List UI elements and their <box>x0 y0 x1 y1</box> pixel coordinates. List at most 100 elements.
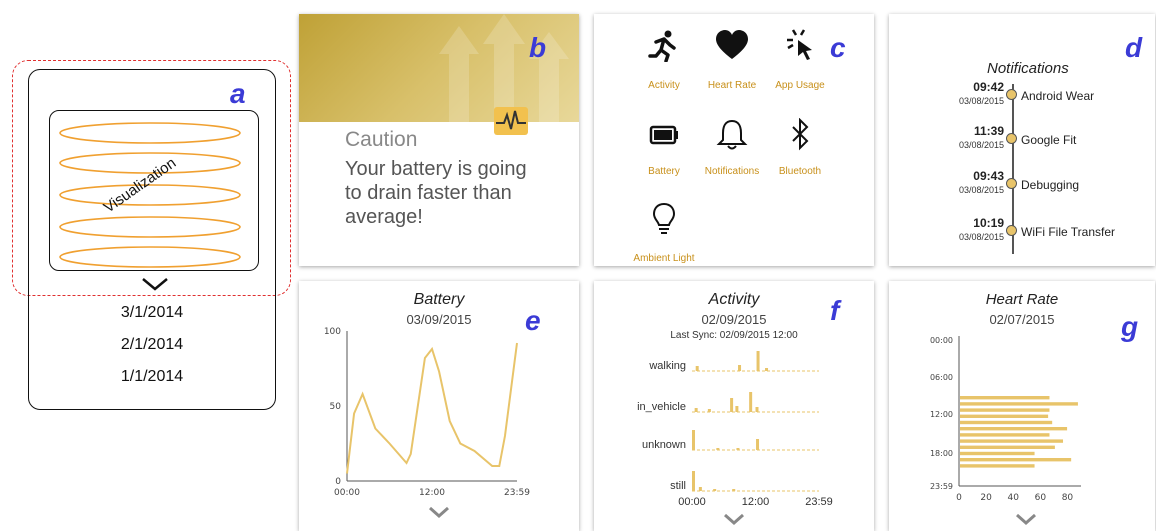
panel-d-letter: d <box>1125 32 1143 63</box>
x-tick-label: 60 <box>1035 493 1047 503</box>
chevron-down-icon[interactable] <box>723 513 745 527</box>
category-label: still <box>670 480 686 492</box>
notification-time: 10:19 <box>973 216 1004 230</box>
chevron-down-icon[interactable] <box>1015 513 1037 527</box>
heart-rate-bar <box>960 420 1053 425</box>
battery-series-line <box>346 342 518 474</box>
notification-item[interactable]: 10:19 03/08/2015 WiFi File Transfer <box>929 216 1149 256</box>
timeline-dot <box>1006 225 1017 236</box>
x-tick-label: 00:00 <box>678 496 706 506</box>
x-tick-label: 12:00 <box>419 488 445 498</box>
notification-item[interactable]: 09:42 03/08/2015 Android Wear <box>929 80 1149 120</box>
visualization-frame[interactable]: Visualization <box>49 110 259 271</box>
chevron-down-icon[interactable] <box>141 276 169 292</box>
activity-bar-chart: walking in_vehicleunknown still 00:00 12:00 2… <box>637 351 833 506</box>
panel-a-letter: a <box>230 78 246 109</box>
caution-title: Caution <box>345 128 418 151</box>
activity-bar <box>755 407 759 412</box>
activity-bar <box>735 406 739 412</box>
notification-label: Android Wear <box>1021 89 1095 103</box>
heart-rate-bar <box>960 433 1050 437</box>
activity-bar <box>707 409 711 412</box>
battery-icon[interactable] <box>644 118 684 152</box>
category-label: in_vehicle <box>637 401 686 413</box>
y-tick-label: 23:59 <box>930 482 953 491</box>
caution-header-image <box>299 14 579 122</box>
heart-rate-bar <box>960 451 1035 456</box>
x-tick-label: 23:59 <box>504 488 530 498</box>
activity-bar <box>692 471 695 491</box>
notification-time: 09:43 <box>973 169 1004 183</box>
notification-label: Google Fit <box>1021 133 1077 147</box>
heart-icon[interactable] <box>712 28 752 62</box>
activity-bar <box>716 448 720 450</box>
notification-date: 03/08/2015 <box>958 96 1004 106</box>
category-label: walking <box>648 360 686 372</box>
cursor-click-icon[interactable] <box>780 28 820 62</box>
notifications-title: Notifications <box>987 60 1069 77</box>
activity-bar <box>732 489 736 491</box>
chevron-down-icon[interactable] <box>428 506 450 520</box>
app-label-bluetooth[interactable]: Bluetooth <box>765 166 835 177</box>
heart-rate-bar-chart: 00:00 06:00 12:00 18:00 23:590 20 40 60 80 <box>930 336 1081 503</box>
heart-rate-bar <box>960 439 1064 443</box>
visualization-scribble <box>59 122 241 268</box>
bluetooth-icon[interactable] <box>780 117 820 152</box>
caution-message: Your battery is going to drain faster th… <box>345 158 527 228</box>
app-label-activity[interactable]: Activity <box>629 80 699 91</box>
activity-bar <box>692 430 695 450</box>
app-label-app-usage[interactable]: App Usage <box>765 80 835 91</box>
heartbeat-badge-icon <box>494 107 528 135</box>
timeline-dot <box>1006 133 1017 144</box>
timeline-dot <box>1006 89 1017 100</box>
x-tick-label: 20 <box>980 493 992 503</box>
app-label-ambient-light[interactable]: Ambient Light <box>624 253 704 264</box>
activity-bar <box>713 489 717 491</box>
activity-bar <box>756 439 760 450</box>
activity-bar <box>694 408 698 412</box>
notification-item[interactable]: 11:39 03/08/2015 Google Fit <box>929 124 1149 164</box>
app-label-heart-rate[interactable]: Heart Rate <box>697 80 767 91</box>
y-tick-label: 0 <box>335 477 341 487</box>
panel-b-caution-card[interactable]: b Caution Your battery is going to drain… <box>299 14 579 266</box>
heart-rate-bar <box>960 427 1068 431</box>
panel-c-letter: c <box>830 32 846 63</box>
panel-g-heart-rate-chart: Heart Rate 02/07/2015 g 00:00 06:00 12:00 1… <box>889 281 1155 531</box>
y-tick-label: 06:00 <box>930 373 953 382</box>
heart-rate-bar <box>960 402 1078 406</box>
app-label-notifications[interactable]: Notifications <box>692 166 772 177</box>
lightbulb-icon[interactable] <box>644 202 684 236</box>
app-label-battery[interactable]: Battery <box>629 166 699 177</box>
notification-date: 03/08/2015 <box>958 185 1004 195</box>
running-person-icon[interactable] <box>644 28 684 63</box>
panel-c-app-menu: c Activity Heart Rate App Usage Battery … <box>594 14 874 266</box>
heart-rate-bar <box>960 396 1050 400</box>
date-item[interactable]: 3/1/2014 <box>28 300 276 332</box>
activity-bar <box>756 351 760 371</box>
x-tick-label: 12:00 <box>742 496 770 506</box>
x-tick-label: 40 <box>1007 493 1019 503</box>
activity-bar <box>765 368 769 371</box>
notification-date: 03/08/2015 <box>958 140 1004 150</box>
panel-f-activity-chart: Activity 02/09/2015 Last Sync: 02/09/201… <box>594 281 874 531</box>
notification-time: 11:39 <box>973 124 1004 138</box>
activity-bar <box>738 365 742 371</box>
panel-d-notifications: d Notifications 09:42 03/08/2015 Android… <box>889 14 1155 266</box>
activity-bar <box>736 448 740 450</box>
notification-date: 03/08/2015 <box>958 232 1004 242</box>
panel-e-battery-chart: Battery 03/09/2015 e 0 50 100 00:00 12:00 23:… <box>299 281 579 531</box>
date-item[interactable]: 1/1/2014 <box>28 364 276 396</box>
y-tick-label: 18:00 <box>930 449 953 458</box>
bell-icon[interactable] <box>712 118 752 152</box>
notification-item[interactable]: 09:43 03/08/2015 Debugging <box>929 169 1149 209</box>
panel-b-letter: b <box>529 32 547 63</box>
activity-bar <box>749 392 753 412</box>
x-tick-label: 0 <box>956 493 962 503</box>
y-tick-label: 12:00 <box>930 410 953 419</box>
x-tick-label: 23:59 <box>805 496 833 506</box>
heart-rate-bar <box>960 445 1055 449</box>
y-tick-label: 50 <box>330 402 342 412</box>
notification-label: Debugging <box>1021 178 1080 192</box>
activity-bar <box>730 398 734 412</box>
date-item[interactable]: 2/1/2014 <box>28 332 276 364</box>
